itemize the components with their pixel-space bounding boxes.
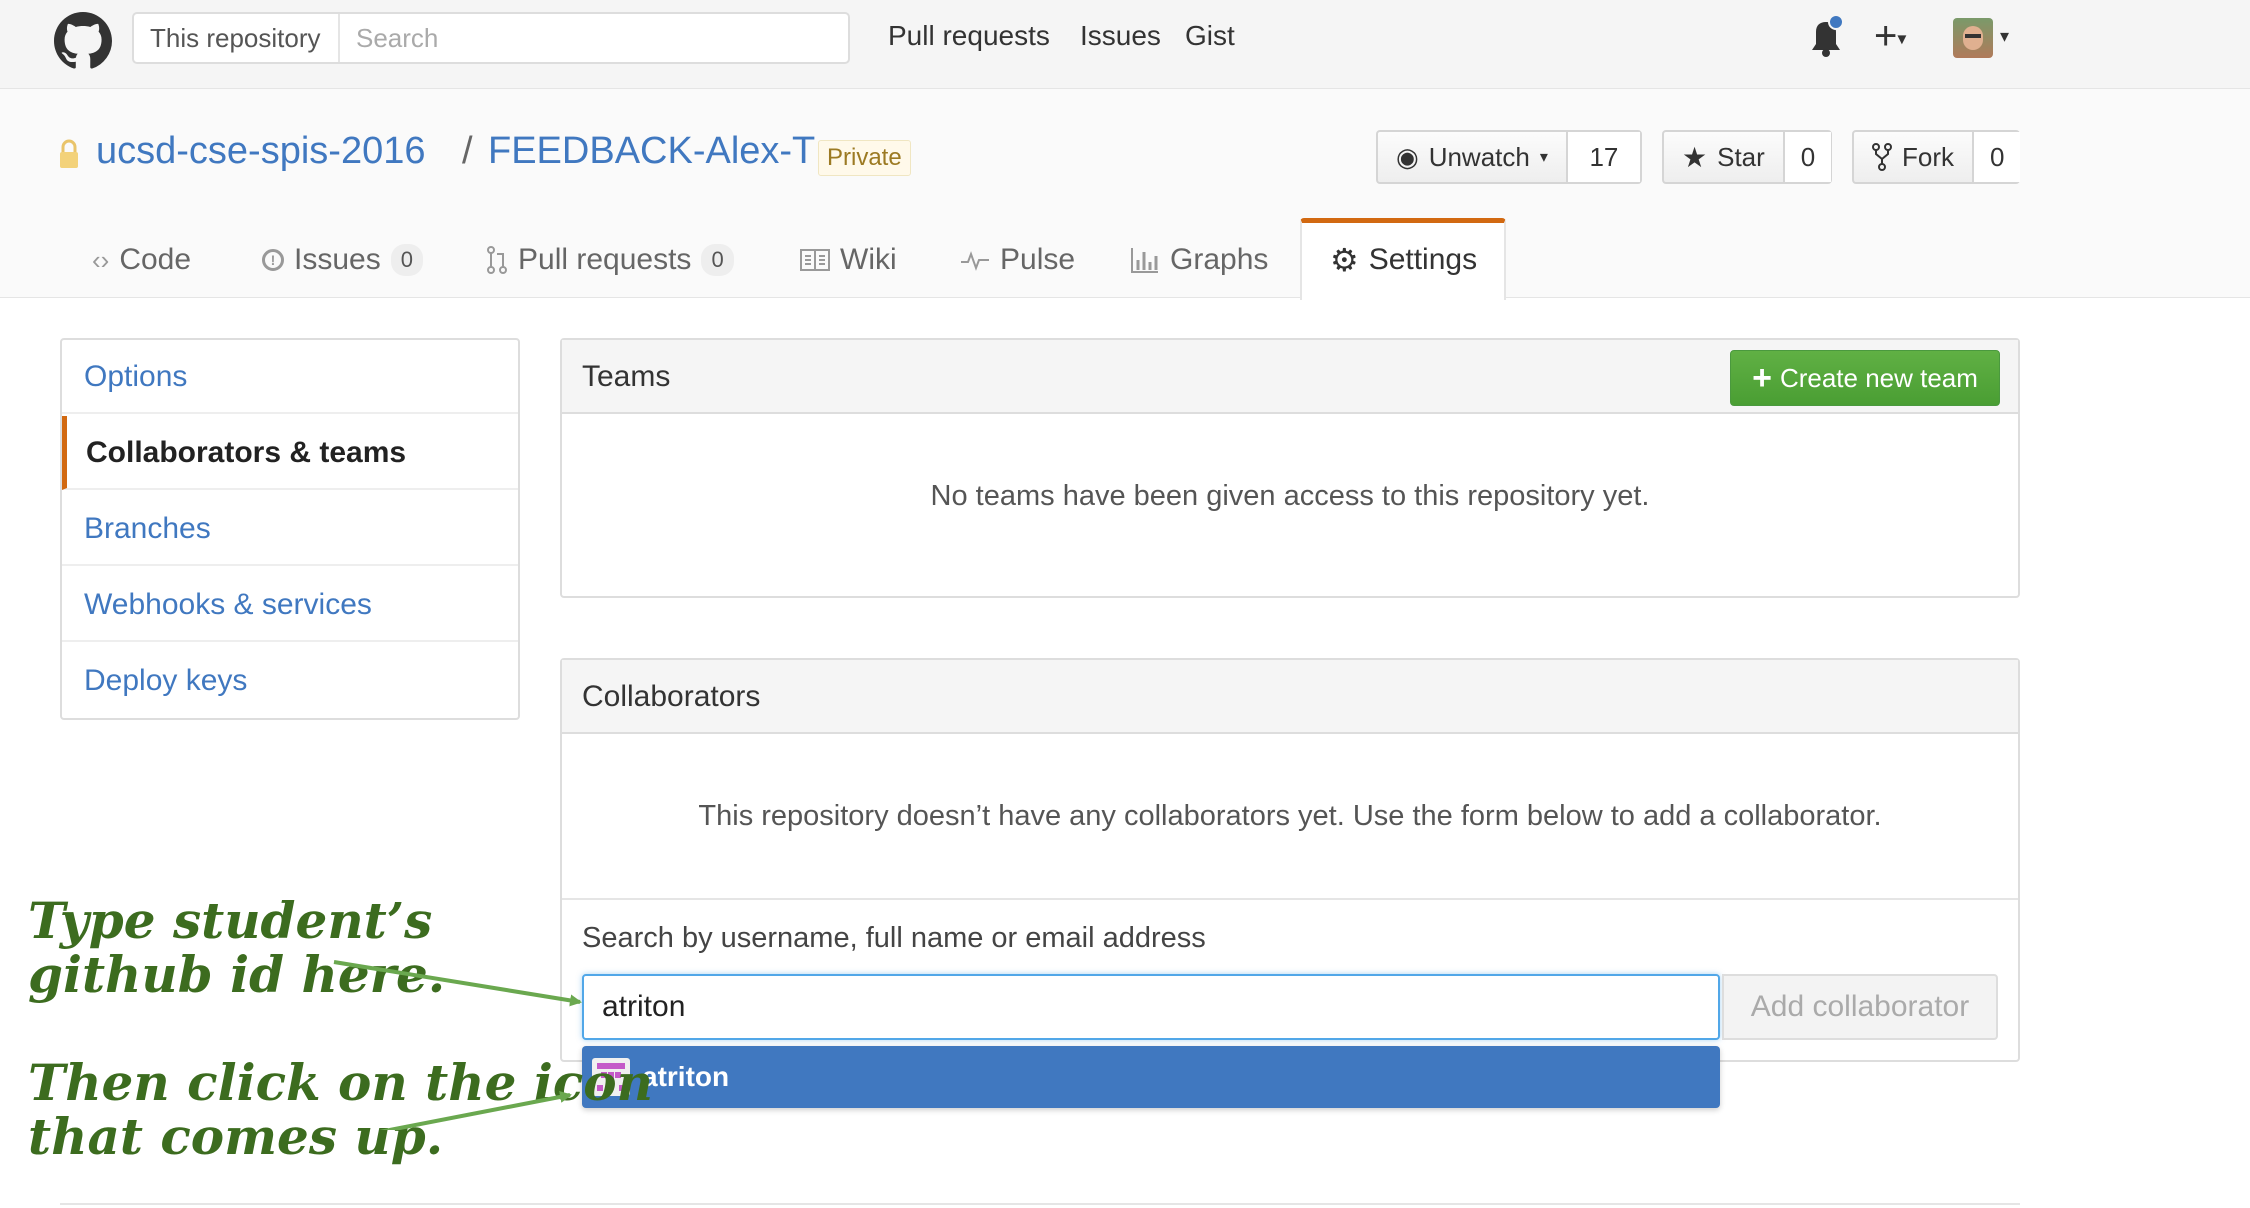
tab-graphs[interactable]: Graphs — [1130, 222, 1268, 298]
tab-issues[interactable]: ! Issues 0 — [262, 222, 423, 298]
tab-issues-label: Issues — [294, 243, 381, 276]
tab-pulse[interactable]: Pulse — [960, 222, 1075, 298]
teams-empty-message: No teams have been given access to this … — [930, 480, 1650, 512]
book-icon — [800, 249, 830, 271]
watchers-count[interactable]: 17 — [1567, 132, 1640, 182]
site-search[interactable]: This repository Search — [132, 12, 850, 64]
search-scope-label: This repository — [134, 14, 340, 62]
private-badge: Private — [818, 140, 911, 176]
search-input[interactable]: Search — [356, 14, 438, 62]
collaborators-title: Collaborators — [562, 660, 2018, 734]
tab-code-label: Code — [119, 243, 192, 276]
repo-owner-link[interactable]: ucsd-cse-spis-2016 — [96, 130, 425, 173]
footer-divider — [60, 1203, 2020, 1205]
arrow-to-input — [333, 960, 582, 1007]
github-logo-icon[interactable] — [54, 12, 112, 70]
pulse-icon — [961, 251, 989, 271]
sidebar-item-options[interactable]: Options — [62, 340, 518, 414]
annotation-arrows — [333, 960, 582, 1130]
tab-wiki[interactable]: Wiki — [800, 222, 897, 298]
stargazers-count[interactable]: 0 — [1784, 132, 1832, 182]
eye-icon: ◉ — [1396, 141, 1419, 172]
fork-button[interactable]: Fork — [1854, 132, 1974, 182]
tab-pulse-label: Pulse — [1000, 243, 1076, 276]
create-new-plus-icon[interactable]: +▾ — [1874, 16, 1906, 58]
issue-opened-icon: ! — [262, 249, 284, 271]
repo-path-separator: / — [462, 130, 473, 172]
gear-icon: ⚙ — [1330, 242, 1359, 278]
tab-settings[interactable]: ⚙ Settings — [1330, 222, 1477, 298]
tab-wiki-label: Wiki — [840, 243, 897, 276]
nav-pull-requests[interactable]: Pull requests — [888, 20, 1050, 52]
star-label: Star — [1717, 141, 1765, 172]
chevron-down-icon: ▾ — [1539, 149, 1548, 166]
graph-icon — [1131, 248, 1158, 273]
lock-icon — [60, 139, 78, 168]
add-collaborator-button[interactable]: Add collaborator — [1722, 974, 1998, 1040]
plus-icon: + — [1752, 359, 1772, 397]
settings-sidebar: Options Collaborators & teams Branches W… — [60, 338, 520, 720]
tab-pull-requests[interactable]: Pull requests 0 — [486, 222, 734, 298]
collaborator-search-input[interactable] — [582, 974, 1720, 1040]
sidebar-item-webhooks[interactable]: Webhooks & services — [62, 568, 518, 642]
star-button-group[interactable]: ★ Star 0 — [1662, 130, 1832, 184]
arrow-to-suggestion — [379, 1091, 572, 1130]
avatar[interactable] — [1953, 18, 1993, 58]
fork-button-group[interactable]: Fork 0 — [1852, 130, 2021, 184]
watch-button-group[interactable]: ◉ Unwatch ▾ 17 — [1376, 130, 1642, 184]
star-button[interactable]: ★ Star — [1664, 132, 1785, 182]
divider — [562, 898, 2018, 900]
sidebar-item-collaborators-teams[interactable]: Collaborators & teams — [62, 416, 518, 490]
collaborator-suggestion[interactable]: atriton — [582, 1046, 1720, 1108]
sidebar-item-branches[interactable]: Branches — [62, 492, 518, 566]
tab-settings-label: Settings — [1368, 243, 1478, 276]
tab-pull-requests-count: 0 — [701, 244, 734, 276]
create-new-team-button[interactable]: + Create new team — [1730, 350, 2000, 406]
suggestion-username: atriton — [642, 1061, 730, 1092]
unwatch-button[interactable]: ◉ Unwatch ▾ — [1378, 132, 1568, 182]
code-icon: ‹› — [92, 244, 110, 275]
unwatch-label: Unwatch — [1428, 141, 1530, 172]
collaborators-empty-message: This repository doesn’t have any collabo… — [698, 800, 1882, 832]
tab-pull-requests-label: Pull requests — [518, 243, 692, 276]
create-new-team-label: Create new team — [1779, 362, 1978, 393]
tab-graphs-label: Graphs — [1170, 243, 1269, 276]
star-icon: ★ — [1682, 141, 1708, 173]
pull-request-icon — [487, 246, 507, 274]
collaborator-search-label: Search by username, full name or email a… — [582, 922, 1206, 954]
nav-issues[interactable]: Issues — [1080, 20, 1161, 52]
forks-count[interactable]: 0 — [1974, 132, 2021, 182]
tab-issues-count: 0 — [390, 244, 423, 276]
nav-gist[interactable]: Gist — [1185, 20, 1235, 52]
tab-code[interactable]: ‹› Code — [92, 222, 191, 298]
repo-name-link[interactable]: FEEDBACK-Alex-T — [488, 130, 815, 173]
fork-icon — [1872, 143, 1892, 171]
avatar-dropdown-icon[interactable]: ▾ — [2000, 26, 2009, 47]
sidebar-item-deploy-keys[interactable]: Deploy keys — [62, 644, 518, 718]
fork-label: Fork — [1902, 141, 1954, 172]
notification-bell-icon[interactable] — [1806, 14, 1846, 58]
